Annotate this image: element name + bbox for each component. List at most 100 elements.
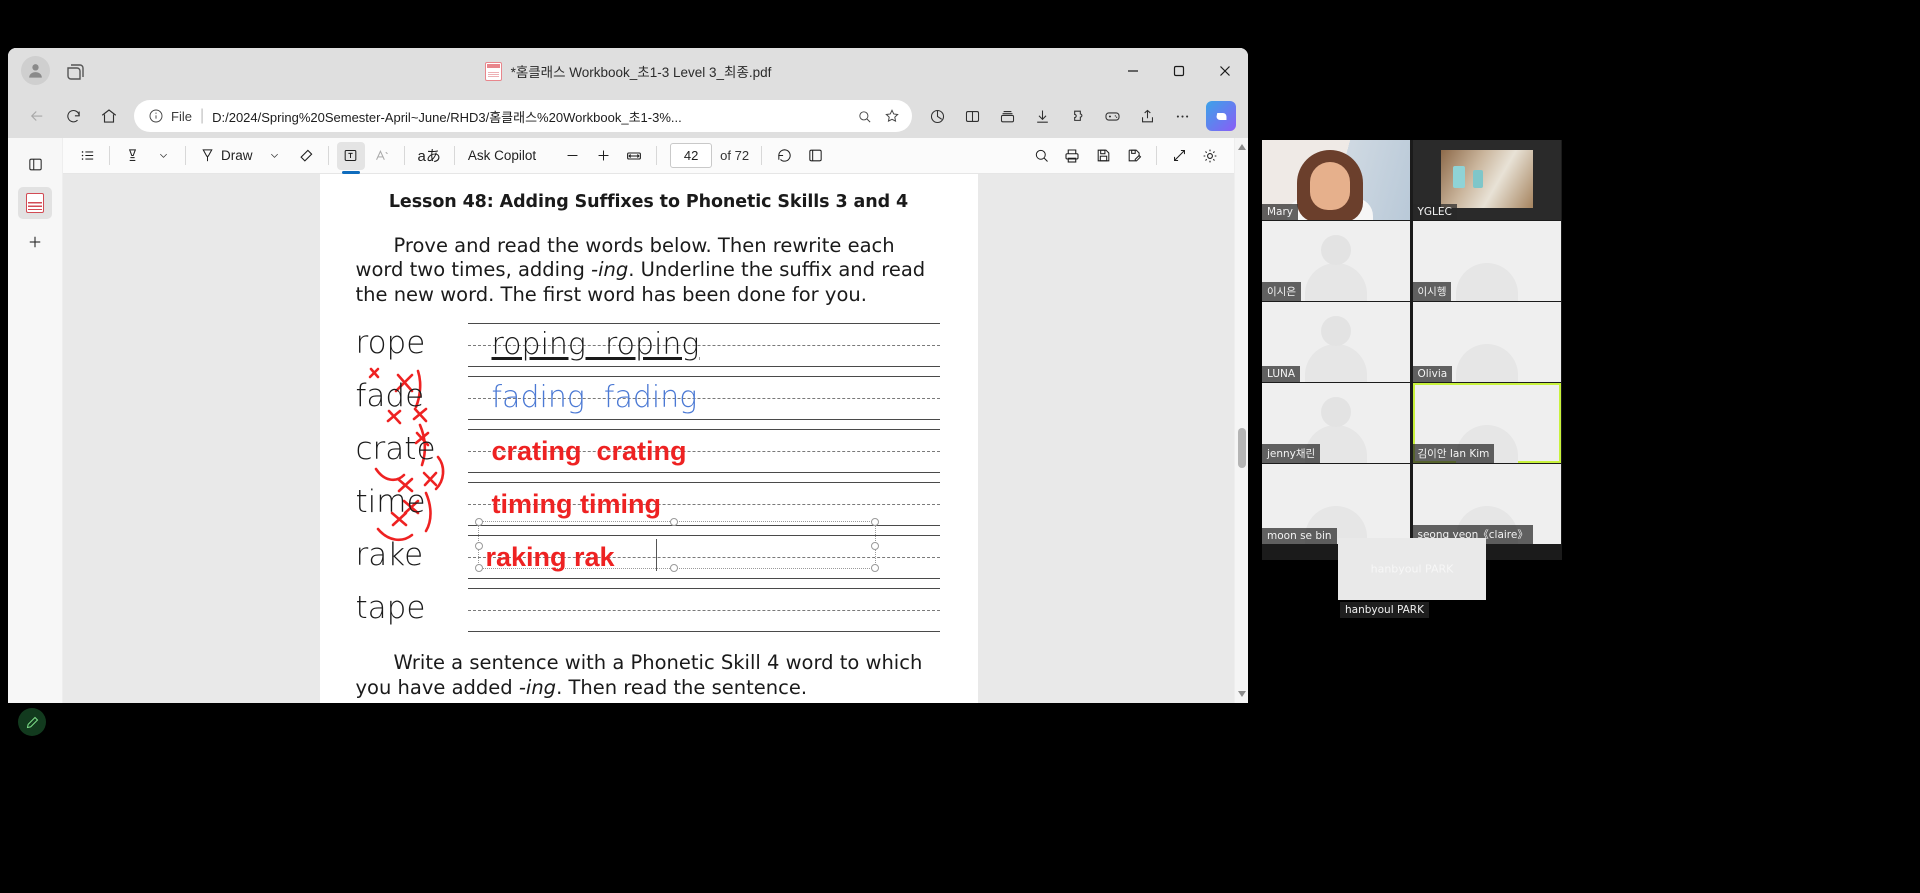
- back-button[interactable]: [20, 99, 54, 133]
- participant-tile-mary[interactable]: Mary: [1262, 140, 1410, 220]
- profile-avatar[interactable]: [21, 56, 50, 85]
- draw-button[interactable]: Draw: [194, 142, 258, 170]
- browser-essentials-icon[interactable]: [920, 99, 954, 133]
- scroll-down-arrow-icon[interactable]: [1238, 691, 1246, 697]
- writing-lines[interactable]: crating crating: [467, 427, 940, 480]
- participant-tile-3[interactable]: 이시헹: [1412, 221, 1561, 301]
- worksheet-row-selected[interactable]: rake raking rak: [356, 518, 978, 586]
- writing-lines[interactable]: fading fading: [467, 374, 940, 427]
- scrollbar-thumb[interactable]: [1238, 428, 1246, 468]
- resize-handle-bottom-center[interactable]: [669, 564, 678, 573]
- url-text[interactable]: D:/2024/Spring%20Semester-April~June/RHD…: [212, 107, 850, 126]
- participant-tile-luna[interactable]: LUNA: [1262, 302, 1410, 382]
- refresh-button[interactable]: [56, 99, 90, 133]
- answer-text[interactable]: timing timing: [492, 482, 661, 526]
- pdf-doc-icon: [26, 193, 44, 213]
- draw-chevron-down-icon[interactable]: [261, 142, 289, 170]
- favorite-star-icon[interactable]: [878, 102, 906, 130]
- line-bottom: [467, 631, 940, 633]
- home-button[interactable]: [92, 99, 126, 133]
- writing-lines[interactable]: roping roping: [467, 321, 940, 374]
- print-button[interactable]: [1058, 142, 1086, 170]
- games-icon[interactable]: [1095, 99, 1129, 133]
- restore-button[interactable]: [1156, 48, 1202, 94]
- fullscreen-button[interactable]: [1165, 142, 1193, 170]
- address-bar[interactable]: File | D:/2024/Spring%20Semester-April~J…: [134, 100, 912, 132]
- pdf-page: Lesson 48: Adding Suffixes to Phonetic S…: [319, 174, 978, 703]
- split-screen-icon[interactable]: [955, 99, 989, 133]
- save-button[interactable]: [1089, 142, 1117, 170]
- participant-tile-jenny[interactable]: jenny채린: [1262, 383, 1410, 463]
- participant-tile-2[interactable]: 이시은: [1262, 221, 1410, 301]
- sidebar-item-pdf-reading-view[interactable]: [18, 187, 52, 219]
- ask-copilot-button[interactable]: Ask Copilot: [463, 142, 541, 170]
- page-view-button[interactable]: [801, 142, 829, 170]
- highlight-chevron-down-icon[interactable]: [149, 142, 177, 170]
- translate-glyph: aあ: [417, 148, 441, 165]
- resize-handle-middle-right[interactable]: [870, 542, 879, 551]
- writing-lines[interactable]: [467, 586, 940, 639]
- worksheet-row[interactable]: fade fading fading: [356, 374, 978, 427]
- pdf-toolbar: Draw aあ Ask Copilot 42 of 72: [63, 138, 1234, 174]
- sidebar-item-add[interactable]: [18, 226, 52, 258]
- video-feed-head: [1321, 316, 1351, 346]
- resize-handle-middle-left[interactable]: [474, 542, 483, 551]
- resize-handle-bottom-left[interactable]: [474, 564, 483, 573]
- copilot-pages-icon[interactable]: [63, 59, 87, 83]
- zoom-icon[interactable]: [850, 102, 878, 130]
- toolbar-divider: [761, 146, 763, 165]
- participant-tile-moon-se-bin[interactable]: moon se bin: [1262, 464, 1410, 544]
- highlight-button[interactable]: [118, 142, 146, 170]
- worksheet-row[interactable]: rope roping roping: [356, 321, 978, 374]
- resize-handle-top-left[interactable]: [474, 518, 483, 527]
- site-info-icon[interactable]: [148, 108, 164, 124]
- participant-tile-olivia[interactable]: Olivia: [1412, 302, 1561, 382]
- text-style-button[interactable]: [368, 142, 396, 170]
- answer-text[interactable]: roping roping: [492, 323, 700, 367]
- translate-button[interactable]: aあ: [413, 142, 446, 170]
- table-of-contents-button[interactable]: [73, 142, 101, 170]
- fit-to-page-button[interactable]: [620, 142, 648, 170]
- toolbar-divider: [453, 146, 455, 165]
- downloads-icon[interactable]: [1025, 99, 1059, 133]
- lesson-title: Lesson 48: Adding Suffixes to Phonetic S…: [388, 192, 909, 212]
- zoom-in-button[interactable]: [589, 142, 617, 170]
- page-number-input[interactable]: 42: [670, 143, 713, 168]
- extensions-icon[interactable]: [1060, 99, 1094, 133]
- pdf-settings-button[interactable]: [1196, 142, 1224, 170]
- answer-text[interactable]: fading fading: [492, 376, 698, 420]
- erase-button[interactable]: [292, 142, 320, 170]
- find-on-page-button[interactable]: [1027, 142, 1055, 170]
- copilot-button[interactable]: [1206, 101, 1236, 131]
- edge-browser-window: *홈클래스 Workbook_초1-3 Level 3_최종.pdf File …: [8, 48, 1248, 703]
- line-middle-dashed: [467, 610, 940, 612]
- share-icon[interactable]: [1130, 99, 1164, 133]
- settings-and-more-icon[interactable]: [1165, 99, 1199, 133]
- resize-handle-bottom-right[interactable]: [870, 564, 879, 573]
- participant-tile-hanbyoul-park-floating[interactable]: hanbyoul PARK: [1338, 538, 1486, 600]
- answer-text-editing[interactable]: raking rak: [486, 535, 615, 579]
- close-button[interactable]: [1202, 48, 1248, 94]
- resize-handle-top-center[interactable]: [669, 518, 678, 527]
- participant-tile-seong-yeon[interactable]: seong yeon《claire》: [1412, 464, 1561, 544]
- rotate-button[interactable]: [770, 142, 798, 170]
- pen-menu-icon[interactable]: [18, 708, 46, 736]
- save-as-button[interactable]: [1120, 142, 1148, 170]
- resize-handle-top-right[interactable]: [870, 518, 879, 527]
- pdf-left-rail: [8, 138, 63, 703]
- zoom-out-button[interactable]: [558, 142, 586, 170]
- minimize-button[interactable]: [1110, 48, 1156, 94]
- sidebar-item-toggle-pane[interactable]: [18, 148, 52, 180]
- add-text-button[interactable]: [336, 141, 365, 174]
- answer-text[interactable]: crating crating: [492, 429, 687, 473]
- participant-tile-yglec[interactable]: YGLEC: [1412, 140, 1561, 220]
- scroll-up-arrow-icon[interactable]: [1238, 144, 1246, 150]
- pdf-page-canvas[interactable]: Lesson 48: Adding Suffixes to Phonetic S…: [63, 174, 1234, 703]
- worksheet-row[interactable]: tape: [356, 586, 978, 639]
- participant-tile-ian-kim-active-speaker[interactable]: 김이안 Ian Kim: [1412, 383, 1561, 463]
- worksheet-row[interactable]: crate crating crating: [356, 427, 978, 480]
- video-meeting-panel: Mary YGLEC 이시은 이시헹 LUNA Olivia jenny채린 김…: [1262, 140, 1562, 560]
- collections-icon[interactable]: [990, 99, 1024, 133]
- writing-lines[interactable]: raking rak: [467, 518, 940, 586]
- pdf-vertical-scrollbar[interactable]: [1234, 138, 1248, 703]
